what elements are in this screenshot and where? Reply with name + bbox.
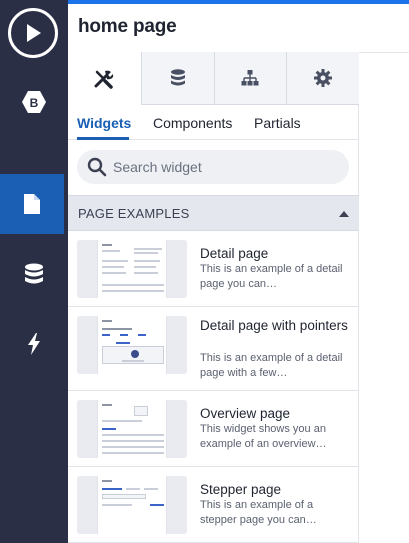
active-tab-indicator [77,137,129,140]
widget-thumbnail [77,240,187,298]
section-page-examples[interactable]: PAGE EXAMPLES [68,195,359,231]
sitemap-icon [241,70,259,86]
play-button[interactable] [8,8,58,58]
widget-title: Overview page [200,406,291,421]
widget-description: This widget shows you an example of an o… [200,423,327,450]
gear-icon [314,69,333,87]
page-title: home page [78,16,177,37]
widget-item-overview-page[interactable]: Overview page This widget shows you an e… [68,391,359,467]
widget-description: This is an example of a detail page you … [200,263,343,290]
widget-item-stepper-page[interactable]: Stepper page This is an example of a ste… [68,467,359,543]
rail-item-actions[interactable] [0,314,68,374]
widget-list: Detail page This is an example of a deta… [68,231,359,543]
left-rail: B [0,0,68,543]
widget-panel: Widgets Components Partials PAGE EXAMPLE… [68,52,359,543]
widget-title: Detail page with pointers [200,318,348,333]
tool-tabs [68,52,359,105]
widget-item-detail-page-with-pointers[interactable]: Detail page with pointers This is an exa… [68,307,359,391]
search-box [77,150,349,184]
tab-partials[interactable]: Partials [254,115,301,131]
widget-thumbnail [77,316,187,374]
b-logo-icon: B [22,91,46,113]
play-icon [27,24,41,42]
tab-structure[interactable] [213,52,287,105]
database-icon [25,263,43,284]
tab-widgets-tools[interactable] [68,52,141,105]
section-title: PAGE EXAMPLES [78,206,190,221]
tab-components[interactable]: Components [153,115,232,131]
database-icon [170,69,185,86]
widget-title: Detail page [200,246,269,261]
caret-up-icon[interactable] [339,211,349,217]
b-logo-letter: B [30,96,39,110]
widget-description: This is an example of a stepper page you… [200,499,317,526]
widget-item-detail-page[interactable]: Detail page This is an example of a deta… [68,231,359,307]
tab-widgets[interactable]: Widgets [77,115,131,131]
top-accent-bar [68,0,409,4]
tools-icon [94,70,114,89]
search-input[interactable] [113,159,333,175]
sub-tabs: Widgets Components Partials [68,105,359,140]
tab-data[interactable] [140,52,214,105]
widget-title: Stepper page [200,482,282,497]
search-icon [87,157,107,177]
tab-settings[interactable] [286,52,359,105]
widget-thumbnail [77,400,187,458]
lightning-icon [28,333,40,355]
widget-description: This is an example of a detail page with… [200,352,343,379]
widget-thumbnail [77,476,187,534]
rail-item-pages[interactable] [0,174,64,234]
rail-item-data[interactable] [0,244,68,304]
rail-item-brand[interactable]: B [0,72,68,132]
page-icon [24,194,40,214]
